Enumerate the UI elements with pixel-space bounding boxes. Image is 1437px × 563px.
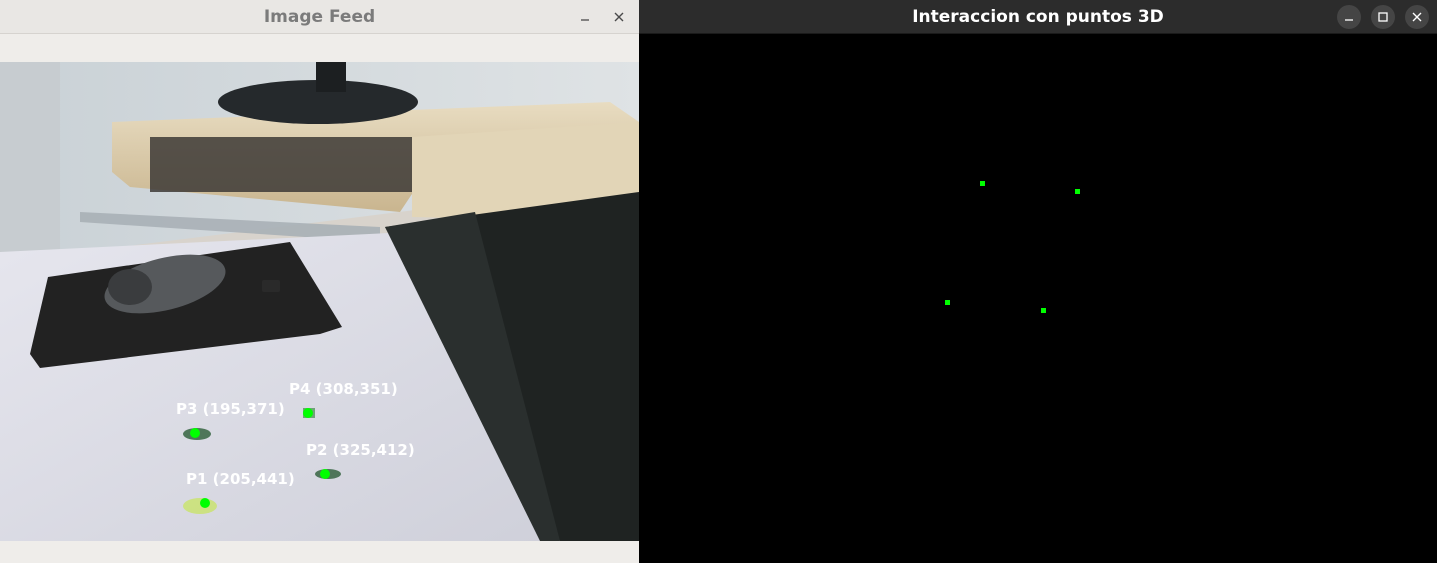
close-icon <box>1412 12 1422 21</box>
window-controls <box>1337 0 1429 33</box>
maximize-button[interactable] <box>1371 4 1395 29</box>
points-3d-canvas[interactable] <box>639 34 1437 563</box>
camera-image: P1 (205,441) P2 (325,412) P3 (195,371) P… <box>0 62 639 541</box>
close-button[interactable] <box>607 5 631 29</box>
marker-dot <box>200 498 210 508</box>
toolbar-strip <box>0 34 639 62</box>
window-title: Image Feed <box>263 6 376 27</box>
status-bar <box>0 541 639 563</box>
points-3d-window: Interaccion con puntos 3D <box>639 0 1437 563</box>
maximize-icon <box>1378 11 1388 22</box>
marker-dot <box>303 408 313 418</box>
marker-dot <box>320 469 330 479</box>
close-icon <box>614 12 624 21</box>
point-label: P1 (205,441) <box>186 470 295 488</box>
title-bar[interactable]: Image Feed <box>0 0 639 34</box>
minimize-button[interactable] <box>1337 4 1361 29</box>
point-3d <box>945 300 950 305</box>
point-label: P3 (195,371) <box>176 400 285 418</box>
window-title: Interaccion con puntos 3D <box>912 6 1164 27</box>
marker-dot <box>190 428 200 438</box>
title-bar[interactable]: Interaccion con puntos 3D <box>639 0 1437 34</box>
minimize-icon <box>1345 18 1353 21</box>
point-label: P2 (325,412) <box>306 441 415 459</box>
minimize-icon <box>581 18 589 21</box>
image-feed-window: Image Feed P1 (205,441) P2 (325,412) P3 … <box>0 0 639 563</box>
minimize-button[interactable] <box>573 5 597 29</box>
window-controls <box>573 0 631 33</box>
close-button[interactable] <box>1405 4 1429 29</box>
point-3d <box>1075 189 1080 194</box>
point-label: P4 (308,351) <box>289 380 398 398</box>
point-3d <box>980 181 985 186</box>
point-3d <box>1041 308 1046 313</box>
